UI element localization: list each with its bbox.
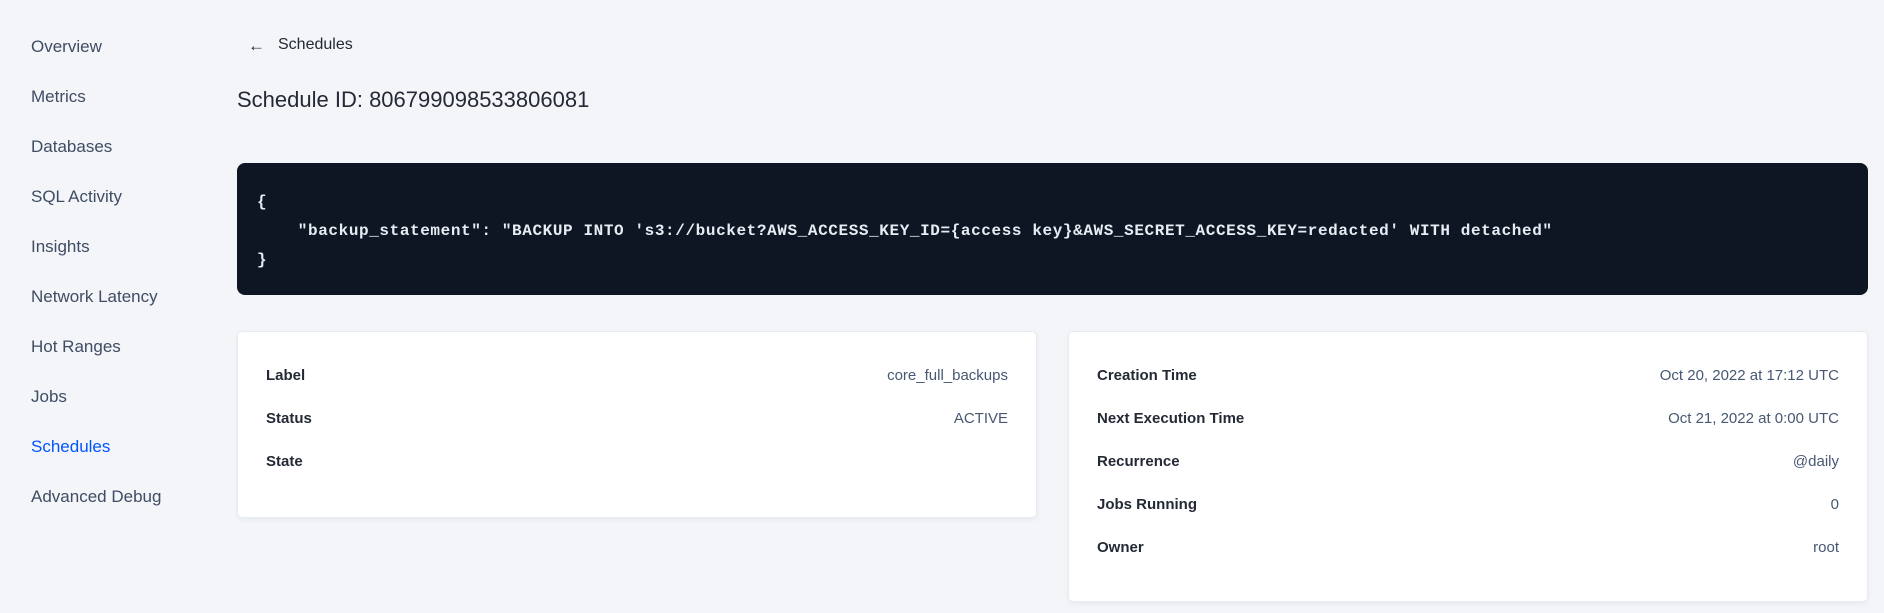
sidebar-item[interactable]: Advanced Debug: [0, 472, 237, 522]
main-content: ← Schedules Schedule ID: 806799098533806…: [237, 0, 1884, 613]
detail-row: State: [266, 440, 1008, 483]
page-title: Schedule ID: 806799098533806081: [237, 87, 590, 112]
schedule-summary-card: Label core_full_backups Status ACTIVE St…: [237, 331, 1037, 518]
detail-value: core_full_backups: [887, 367, 1008, 384]
detail-label: State: [266, 453, 303, 470]
back-arrow-icon: ←: [248, 35, 265, 55]
detail-label: Recurrence: [1097, 453, 1180, 470]
back-link-schedules[interactable]: ← Schedules: [248, 34, 353, 56]
detail-label: Label: [266, 367, 306, 384]
sidebar-item-label: Jobs: [31, 387, 67, 406]
detail-value: Oct 21, 2022 at 0:00 UTC: [1668, 410, 1839, 427]
detail-value: ACTIVE: [953, 410, 1008, 427]
detail-value: Oct 20, 2022 at 17:12 UTC: [1659, 367, 1839, 384]
detail-value: root: [1813, 539, 1839, 556]
sidebar-item-label: Network Latency: [31, 287, 158, 306]
detail-row: Recurrence @daily: [1097, 440, 1839, 483]
sidebar-item-label: Metrics: [31, 87, 86, 106]
detail-label: Owner: [1097, 539, 1144, 556]
detail-label: Jobs Running: [1097, 496, 1197, 513]
detail-row: Label core_full_backups: [266, 354, 1008, 397]
back-link-label: Schedules: [278, 36, 353, 53]
sidebar-item[interactable]: Insights: [0, 222, 237, 272]
detail-row: Next Execution Time Oct 21, 2022 at 0:00…: [1097, 397, 1839, 440]
schedule-timing-card: Creation Time Oct 20, 2022 at 17:12 UTC …: [1068, 331, 1868, 602]
detail-label: Status: [266, 410, 312, 427]
sidebar-item-label: Databases: [31, 137, 113, 156]
detail-row: Creation Time Oct 20, 2022 at 17:12 UTC: [1097, 354, 1839, 397]
detail-label: Next Execution Time: [1097, 410, 1245, 427]
sidebar-item-label: Schedules: [31, 437, 111, 456]
code-line: "backup_statement": "BACKUP INTO 's3://b…: [257, 222, 1553, 240]
sidebar-item[interactable]: Network Latency: [0, 272, 237, 322]
detail-row: Owner root: [1097, 526, 1839, 569]
sidebar-item[interactable]: Metrics: [0, 72, 237, 122]
sidebar-item-label: Insights: [31, 237, 90, 256]
detail-cards-row: Label core_full_backups Status ACTIVE St…: [237, 331, 1868, 602]
sidebar-item[interactable]: Databases: [0, 122, 237, 172]
sidebar-item[interactable]: Overview: [0, 22, 237, 72]
sidebar-item-label: Advanced Debug: [31, 487, 162, 506]
sidebar-item[interactable]: Schedules: [0, 422, 237, 472]
detail-label: Creation Time: [1097, 367, 1197, 384]
detail-value: 0: [1830, 496, 1839, 513]
code-line: {: [257, 193, 268, 211]
sidebar-item[interactable]: Jobs: [0, 372, 237, 422]
detail-value: @daily: [1792, 453, 1839, 470]
sidebar-nav: Overview Metrics Databases SQL Activity …: [0, 22, 237, 522]
sidebar-item[interactable]: SQL Activity: [0, 172, 237, 222]
detail-row: Status ACTIVE: [266, 397, 1008, 440]
code-line: }: [257, 251, 268, 269]
sidebar-item[interactable]: Hot Ranges: [0, 322, 237, 372]
schedule-statement-code-block: { "backup_statement": "BACKUP INTO 's3:/…: [237, 163, 1868, 295]
detail-row: Jobs Running 0: [1097, 483, 1839, 526]
sidebar-item-label: SQL Activity: [31, 187, 123, 206]
sidebar: Overview Metrics Databases SQL Activity …: [0, 0, 237, 613]
sidebar-item-label: Hot Ranges: [31, 337, 121, 356]
sidebar-item-label: Overview: [31, 37, 102, 56]
